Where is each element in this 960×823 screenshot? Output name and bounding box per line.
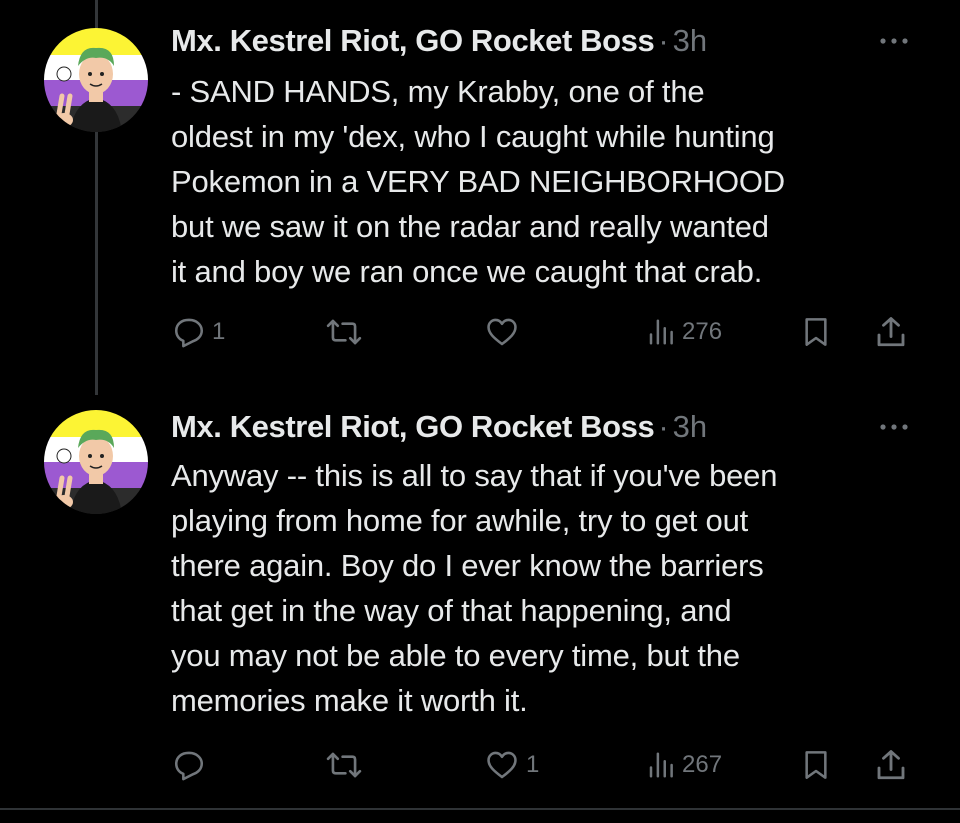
views-button[interactable]: 276 (646, 307, 722, 357)
share-icon (877, 750, 905, 780)
retweet-button[interactable] (326, 307, 368, 357)
reply-icon (174, 751, 204, 781)
timestamp[interactable]: 3h (673, 23, 707, 58)
share-icon (877, 317, 905, 347)
more-icon (880, 424, 908, 430)
share-button[interactable] (873, 307, 909, 357)
bookmark-icon (805, 751, 827, 779)
views-count: 267 (682, 751, 723, 778)
bookmark-button[interactable] (800, 740, 832, 790)
separator-dot: · (658, 23, 669, 58)
retweet-icon (326, 319, 362, 345)
views-count: 276 (682, 318, 723, 345)
bookmark-button[interactable] (800, 307, 832, 357)
tweet-header: Mx. Kestrel Riot, GO Rocket Boss · 3h (171, 21, 707, 61)
action-bar: 1 276 (0, 307, 960, 357)
more-options-button[interactable] (874, 21, 914, 61)
author-name[interactable]: Mx. Kestrel Riot, GO Rocket Boss (171, 23, 655, 58)
avatar[interactable] (44, 410, 148, 514)
reply-icon (174, 318, 204, 348)
views-button[interactable]: 267 (646, 740, 722, 790)
tweet-text: Anyway -- this is all to say that if you… (171, 458, 778, 718)
more-options-button[interactable] (874, 407, 914, 447)
timestamp[interactable]: 3h (673, 409, 707, 444)
like-icon (487, 751, 517, 779)
reply-button[interactable] (172, 740, 212, 790)
reply-count: 1 (212, 318, 226, 345)
share-button[interactable] (873, 740, 909, 790)
separator-dot: · (658, 409, 669, 444)
more-icon (880, 38, 908, 44)
bookmark-icon (805, 318, 827, 346)
avatar[interactable] (44, 28, 148, 132)
tweet-text: - SAND HANDS, my Krabby, one of the olde… (171, 74, 785, 289)
like-icon (487, 318, 517, 346)
action-bar: 1 267 (0, 740, 960, 790)
tweet-header: Mx. Kestrel Riot, GO Rocket Boss · 3h (171, 407, 707, 447)
divider (0, 808, 960, 810)
like-button[interactable]: 1 (484, 740, 539, 790)
reply-button[interactable]: 1 (172, 307, 225, 357)
retweet-button[interactable] (326, 740, 368, 790)
author-name[interactable]: Mx. Kestrel Riot, GO Rocket Boss (171, 409, 655, 444)
views-icon (649, 752, 673, 778)
retweet-icon (326, 752, 362, 778)
like-count: 1 (526, 751, 540, 778)
views-icon (649, 319, 673, 345)
like-button[interactable] (484, 307, 526, 357)
